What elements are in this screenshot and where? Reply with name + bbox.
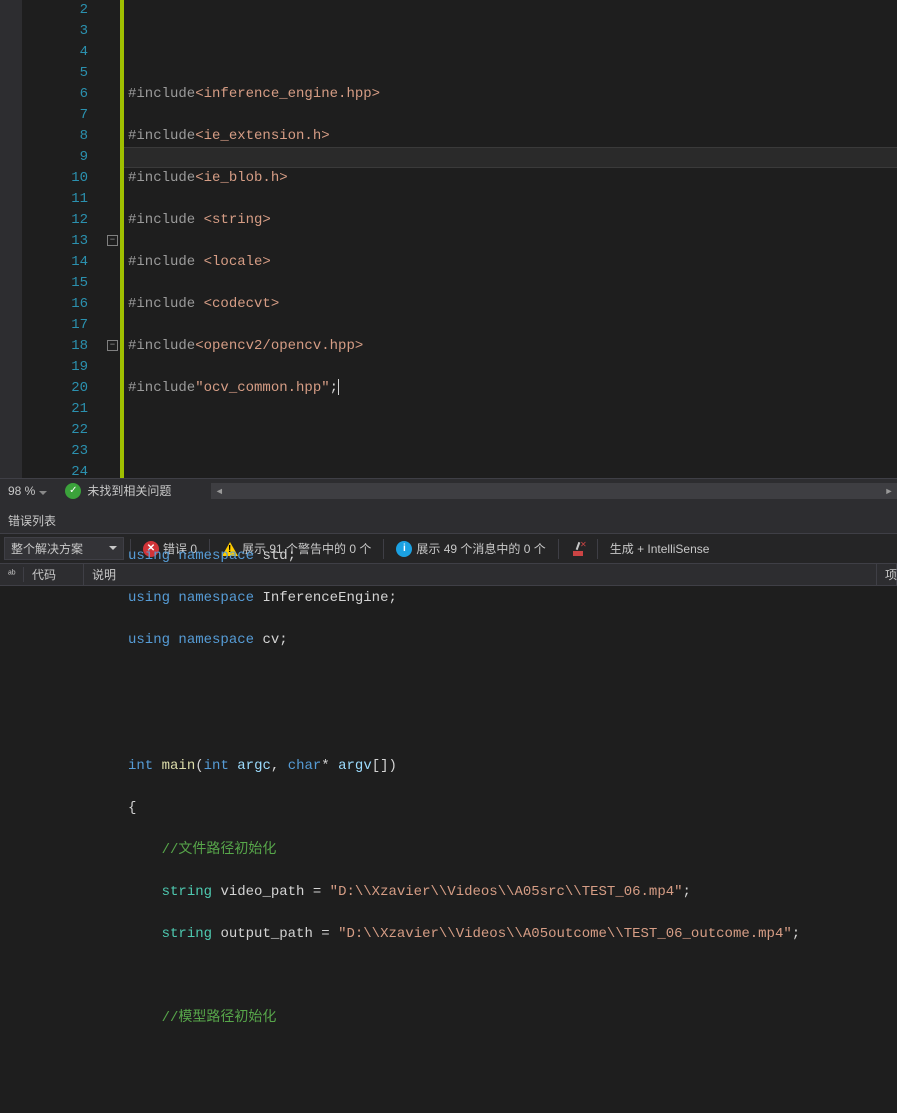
fold-toggle-icon[interactable]: − <box>107 340 118 351</box>
text-cursor <box>338 379 339 395</box>
column-code[interactable]: 代码 <box>24 564 84 585</box>
code-editor[interactable]: 2 3 4 5 6 7 8 9 10 11 12 13 14 15 16 17 … <box>0 0 897 478</box>
zoom-level[interactable]: 98 % <box>0 484 55 498</box>
sort-column-icon[interactable]: ᵃᵇ <box>0 567 24 582</box>
fold-toggle-icon[interactable]: − <box>107 235 118 246</box>
scope-dropdown[interactable]: 整个解决方案 <box>4 537 124 560</box>
chevron-down-icon <box>39 491 47 495</box>
fold-column[interactable]: − − <box>106 0 120 478</box>
check-circle-icon: ✓ <box>65 483 81 499</box>
code-content[interactable]: #include<inference_engine.hpp> #include<… <box>124 0 897 478</box>
breakpoint-margin[interactable] <box>0 0 22 478</box>
line-number-gutter: 2 3 4 5 6 7 8 9 10 11 12 13 14 15 16 17 … <box>22 0 106 478</box>
